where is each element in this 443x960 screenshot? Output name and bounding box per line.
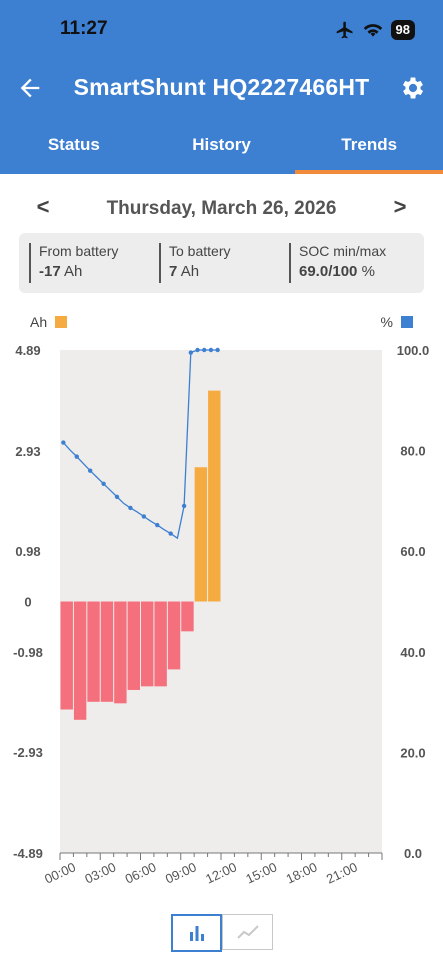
x-tick-label: 09:00 bbox=[163, 859, 199, 886]
soc-point bbox=[155, 522, 160, 528]
y-left-tick-label: 4.89 bbox=[15, 343, 40, 358]
soc-point bbox=[87, 468, 93, 473]
from-battery-unit: Ah bbox=[64, 263, 83, 280]
airplane-icon bbox=[336, 21, 353, 39]
status-icons: 98 bbox=[335, 18, 415, 42]
summary-panel: From battery -17 Ah To battery 7 Ah SOC … bbox=[19, 233, 424, 293]
soc-unit: % bbox=[361, 263, 375, 280]
wifi-icon bbox=[363, 24, 382, 37]
bar-chart-button[interactable] bbox=[171, 914, 222, 952]
soc-point bbox=[141, 514, 147, 519]
title-bar: SmartShunt HQ2227466HT bbox=[0, 62, 443, 116]
from-battery-label: From battery bbox=[39, 243, 119, 259]
soc-point bbox=[188, 350, 194, 355]
page-title: SmartShunt HQ2227466HT bbox=[73, 74, 370, 100]
y-right-tick-label: 20.0 bbox=[400, 745, 425, 760]
y-left-tick-label: 2.93 bbox=[15, 444, 40, 459]
y-left-tick-label: -0.98 bbox=[13, 645, 43, 660]
soc-point bbox=[168, 531, 173, 536]
x-tick-label: 06:00 bbox=[123, 859, 159, 886]
bar bbox=[127, 601, 140, 690]
trends-chart[interactable]: 4.89 2.93 0.98 0 -0.98 -2.93 -4.89 100.0 80.0 60.… bbox=[0, 330, 443, 900]
tab-bar: Status History Trends bbox=[0, 116, 443, 174]
soc-value: 69.0/100 bbox=[299, 263, 358, 280]
soc-point bbox=[114, 494, 120, 500]
y-right-tick-label: 100.0 bbox=[397, 343, 430, 358]
from-battery-stat: From battery -17 Ah bbox=[29, 243, 118, 283]
date-navigator: < Thursday, March 26, 2026 > bbox=[0, 190, 443, 228]
y-left-tick-label: -2.93 bbox=[13, 745, 43, 760]
y-right-tick-label: 60.0 bbox=[400, 544, 425, 559]
soc-stat: SOC min/max 69.0/100 % bbox=[289, 243, 386, 283]
soc-point bbox=[215, 347, 220, 353]
bar bbox=[167, 601, 181, 670]
soc-point bbox=[61, 440, 66, 445]
to-battery-label: To battery bbox=[169, 243, 231, 259]
bar bbox=[208, 390, 221, 602]
soc-point bbox=[74, 454, 79, 459]
status-time: 11:27 bbox=[60, 18, 108, 39]
bar bbox=[73, 601, 87, 720]
gear-icon[interactable] bbox=[399, 74, 427, 102]
x-tick-label: 00:00 bbox=[42, 859, 78, 886]
soc-point bbox=[181, 503, 187, 509]
bar bbox=[87, 601, 100, 702]
legend-right-swatch bbox=[401, 316, 413, 328]
bar bbox=[114, 601, 127, 704]
from-battery-value: -17 bbox=[39, 263, 61, 280]
chart-type-toggle bbox=[171, 914, 273, 952]
legend-right: % bbox=[381, 314, 413, 330]
legend-left: Ah bbox=[30, 314, 68, 330]
soc-point bbox=[208, 347, 214, 353]
x-tick-label: 12:00 bbox=[203, 859, 239, 886]
x-tick-label: 15:00 bbox=[243, 859, 279, 886]
legend-right-label: % bbox=[380, 314, 393, 330]
battery-indicator: 98 bbox=[390, 20, 415, 40]
soc-point bbox=[128, 505, 133, 511]
line-chart-icon bbox=[236, 925, 259, 939]
bar bbox=[181, 601, 194, 632]
bar bbox=[100, 601, 114, 702]
bar bbox=[194, 467, 208, 602]
y-right-tick-label: 40.0 bbox=[400, 645, 425, 660]
next-day-button[interactable]: > bbox=[385, 194, 415, 220]
y-right-tick-label: 80.0 bbox=[400, 444, 425, 459]
selected-date: Thursday, March 26, 2026 bbox=[106, 198, 337, 219]
x-tick-label: 03:00 bbox=[82, 859, 118, 886]
legend-left-label: Ah bbox=[30, 314, 48, 330]
status-bar: 11:27 98 bbox=[0, 0, 443, 60]
bar bbox=[141, 601, 154, 687]
line-chart-button[interactable] bbox=[222, 914, 273, 950]
y-right-tick-label: 0.0 bbox=[404, 846, 422, 861]
bar bbox=[60, 601, 73, 710]
tab-status[interactable]: Status bbox=[0, 116, 148, 174]
x-tick-label: 18:00 bbox=[284, 859, 320, 886]
soc-point bbox=[101, 481, 106, 486]
bar bbox=[154, 601, 167, 687]
tab-history[interactable]: History bbox=[148, 116, 296, 174]
y-left-tick-label: 0 bbox=[24, 595, 31, 610]
bar-chart-icon bbox=[189, 926, 204, 941]
soc-point bbox=[202, 347, 207, 353]
to-battery-unit: Ah bbox=[180, 263, 200, 280]
y-left-tick-label: 0.98 bbox=[15, 544, 40, 559]
to-battery-stat: To battery 7 Ah bbox=[159, 243, 230, 283]
soc-point bbox=[195, 347, 200, 353]
y-left-tick-label: -4.89 bbox=[13, 846, 43, 861]
tab-trends[interactable]: Trends bbox=[295, 116, 443, 174]
soc-label: SOC min/max bbox=[299, 243, 387, 259]
app-header: 11:27 98 SmartShunt HQ2227466HT Status H… bbox=[0, 0, 443, 174]
to-battery-value: 7 bbox=[169, 263, 178, 280]
x-tick-label: 21:00 bbox=[324, 859, 360, 886]
legend-left-swatch bbox=[55, 316, 68, 328]
